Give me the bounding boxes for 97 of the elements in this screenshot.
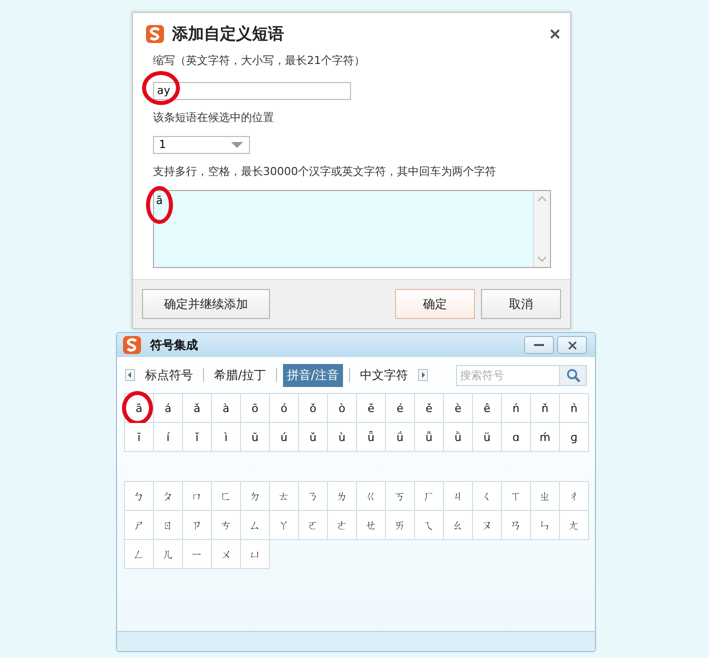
symbol-cell[interactable]: ǚ (415, 423, 444, 452)
symbol-cell[interactable]: í (154, 423, 183, 452)
logo-icon (122, 335, 142, 355)
symbol-cell[interactable]: ê (473, 394, 502, 423)
symbol-cell[interactable]: ㄎ (386, 482, 415, 511)
symbol-cell[interactable]: ㄥ (125, 540, 154, 569)
symbol-cell[interactable]: ḿ (531, 423, 560, 452)
symbol-cell[interactable]: ㄑ (473, 482, 502, 511)
symbol-cell[interactable]: ɑ (502, 423, 531, 452)
symbol-cell[interactable]: ǔ (299, 423, 328, 452)
symbol-cell[interactable]: é (386, 394, 415, 423)
content-field[interactable]: ā (153, 190, 551, 268)
ok-button[interactable]: 确定 (395, 289, 475, 319)
symbol-cell[interactable]: ú (270, 423, 299, 452)
symbol-cell[interactable]: ü (473, 423, 502, 452)
symbol-cell[interactable]: ǘ (386, 423, 415, 452)
symbol-cell[interactable]: ㄒ (502, 482, 531, 511)
scroll-left-icon[interactable] (125, 369, 135, 381)
symbol-cell[interactable]: ǐ (183, 423, 212, 452)
symbol-cell[interactable]: ㄊ (270, 482, 299, 511)
symbol-cell[interactable]: ɡ (560, 423, 589, 452)
symbol-cell[interactable]: ㄝ (357, 511, 386, 540)
symbol-cell[interactable]: ǒ (299, 394, 328, 423)
symbol-cell[interactable]: ㄘ (212, 511, 241, 540)
logo-icon (145, 24, 165, 44)
symbol-cell[interactable]: ㄇ (183, 482, 212, 511)
symbol-cell[interactable]: ㄟ (415, 511, 444, 540)
symbol-cell[interactable]: ㄦ (154, 540, 183, 569)
symbol-cell[interactable]: ㄍ (357, 482, 386, 511)
continue-button[interactable]: 确定并继续添加 (142, 289, 270, 319)
symbol-cell[interactable]: ㄤ (560, 511, 589, 540)
tab[interactable]: 希腊/拉丁 (210, 364, 270, 386)
symbol-cell[interactable]: ī (125, 423, 154, 452)
symbol-cell[interactable]: ń (502, 394, 531, 423)
symbol-cell[interactable]: ㄗ (183, 511, 212, 540)
search-icon (566, 368, 580, 382)
symbol-cell[interactable]: á (154, 394, 183, 423)
symbol-cell[interactable]: ō (241, 394, 270, 423)
symbol-cell[interactable]: ū (241, 423, 270, 452)
symbol-cell[interactable]: ㄖ (154, 511, 183, 540)
symbol-cell[interactable]: ㄌ (328, 482, 357, 511)
position-dropdown[interactable]: 1 (153, 136, 250, 154)
symbol-cell[interactable]: ì (212, 423, 241, 452)
minimize-icon (534, 343, 544, 347)
symbol-cell[interactable]: ㄢ (502, 511, 531, 540)
symbol-cell[interactable]: ㄠ (444, 511, 473, 540)
symbol-cell[interactable]: ㄋ (299, 482, 328, 511)
symbol-cell[interactable]: ㄐ (444, 482, 473, 511)
symbol-cell[interactable]: ㄓ (531, 482, 560, 511)
search-button[interactable] (560, 364, 587, 386)
dialog-title: 添加自定义短语 (172, 24, 284, 44)
search-field[interactable]: 搜索符号 (456, 364, 560, 386)
minimize-button[interactable] (524, 336, 554, 354)
tab[interactable]: 标点符号 (141, 364, 197, 386)
symbol-cell[interactable]: ㄆ (154, 482, 183, 511)
content-label: 支持多行，空格，最长30000个汉字或英文字符，其中回车为两个字符 (153, 164, 497, 180)
symbol-cell[interactable]: ㄔ (560, 482, 589, 511)
symbol-cell[interactable]: è (444, 394, 473, 423)
symbol-cell[interactable]: ù (328, 423, 357, 452)
abbreviation-label: 缩写（英文字符，大小写，最长21个字符） (153, 53, 366, 69)
symbol-cell[interactable]: ㄕ (125, 511, 154, 540)
symbol-cell[interactable]: ㄜ (328, 511, 357, 540)
symbol-cell[interactable]: ǹ (560, 394, 589, 423)
symbol-cell[interactable]: ò (328, 394, 357, 423)
symbol-cell[interactable]: à (212, 394, 241, 423)
scroll-right-icon[interactable] (418, 369, 428, 381)
close-button[interactable] (557, 336, 587, 354)
close-icon (568, 340, 576, 350)
tab[interactable]: 中文字符 (356, 364, 412, 386)
symbol-cell[interactable]: ě (415, 394, 444, 423)
tab[interactable]: 拼音/注音 (283, 364, 344, 386)
cancel-button[interactable]: 取消 (481, 289, 561, 319)
symbol-cell[interactable]: ㄈ (212, 482, 241, 511)
symbol-cell[interactable]: ㄉ (241, 482, 270, 511)
close-icon[interactable] (550, 29, 560, 39)
symbol-cell[interactable]: ㄞ (386, 511, 415, 540)
symbol-cell[interactable]: ㄏ (415, 482, 444, 511)
symbol-cell[interactable]: ǜ (444, 423, 473, 452)
caret-icon (231, 142, 243, 148)
symbol-cell[interactable]: ㄡ (473, 511, 502, 540)
window-title: 符号集成 (150, 336, 198, 354)
position-label: 该条短语在候选中的位置 (153, 110, 275, 126)
symbol-cell[interactable]: ň (531, 394, 560, 423)
symbol-cell[interactable]: ㄙ (241, 511, 270, 540)
abbreviation-field[interactable]: ay (153, 82, 351, 100)
symbol-cell[interactable]: ㄅ (125, 482, 154, 511)
symbol-cell[interactable]: ㄨ (212, 540, 241, 569)
symbol-cell[interactable]: ㄣ (531, 511, 560, 540)
symbol-cell[interactable]: ǖ (357, 423, 386, 452)
symbol-cell[interactable]: ē (357, 394, 386, 423)
symbol-cell[interactable]: ㄧ (183, 540, 212, 569)
symbol-cell[interactable]: ó (270, 394, 299, 423)
symbol-cell[interactable]: ㄩ (241, 540, 270, 569)
symbol-cell[interactable]: ㄚ (270, 511, 299, 540)
symbol-cell[interactable]: ǎ (183, 394, 212, 423)
symbol-cell[interactable]: ㄛ (299, 511, 328, 540)
symbol-cell[interactable]: ā (125, 394, 154, 423)
